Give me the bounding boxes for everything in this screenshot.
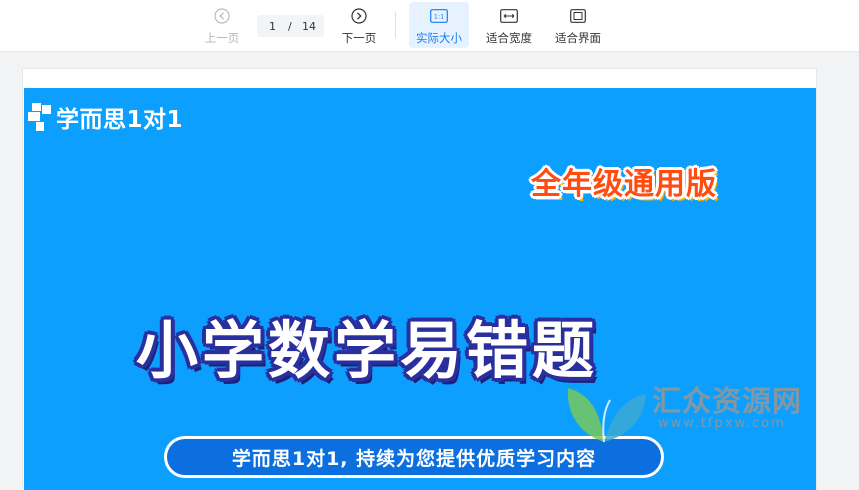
page-current-input[interactable]: 1 — [269, 20, 276, 33]
fit-page-label: 适合界面 — [555, 31, 601, 45]
prev-page-label: 上一页 — [204, 31, 240, 45]
next-page-button[interactable]: 下一页 — [338, 2, 380, 48]
prev-page-button[interactable]: 上一页 — [201, 2, 243, 48]
actual-size-button[interactable]: 1:1 实际大小 — [409, 2, 469, 48]
brand-name: 学而思1对1 — [56, 107, 184, 133]
fit-page-icon — [569, 7, 587, 25]
watermark-url: www.tfpxw.com — [658, 416, 786, 431]
toolbar-divider — [395, 12, 396, 38]
fit-width-button[interactable]: 适合宽度 — [481, 2, 537, 48]
actual-size-icon-text: 1:1 — [434, 13, 444, 21]
page-total: 14 — [302, 19, 316, 33]
fit-page-button[interactable]: 适合界面 — [550, 2, 606, 48]
next-page-label: 下一页 — [341, 31, 377, 45]
chevron-left-circle-icon — [213, 7, 231, 25]
watermark-name: 汇众资源网 — [652, 384, 803, 418]
page-separator: / — [288, 19, 292, 33]
slide-title: 小学数学易错题 — [136, 314, 599, 387]
subtitle-text: 学而思1对1, 持续为您提供优质学习内容 — [231, 447, 597, 470]
watermark: 汇众资源网 www.tfpxw.com — [560, 372, 820, 452]
fit-width-icon — [500, 7, 518, 25]
fit-width-label: 适合宽度 — [486, 31, 532, 45]
leaf-logo-icon — [567, 388, 646, 443]
brand-logo-icon — [28, 103, 51, 131]
page-counter[interactable]: 1 / 14 — [257, 15, 324, 37]
actual-size-label: 实际大小 — [416, 31, 462, 45]
chevron-right-circle-icon — [350, 7, 368, 25]
edition-badge: 全年级通用版 — [531, 167, 717, 202]
brand: 学而思1对1 — [28, 100, 183, 134]
actual-size-icon: 1:1 — [430, 7, 448, 25]
viewer-toolbar: 上一页 1 / 14 下一页 1:1 实际大小 适合宽度 适合界面 — [0, 0, 859, 52]
